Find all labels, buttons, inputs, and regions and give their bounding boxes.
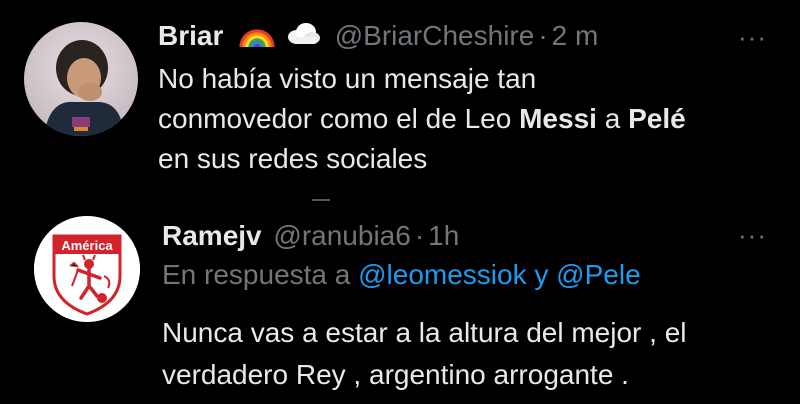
mention-pele[interactable]: @Pele [556, 259, 640, 290]
america-logo-icon: América [34, 216, 140, 322]
reply-context: En respuesta a @leomessiok y @Pele [162, 257, 641, 293]
tweet-text-segment: a [596, 103, 629, 134]
tweet-text-bold: Messi [519, 103, 597, 134]
reply-prefix: En respuesta a [162, 259, 351, 290]
avatar-briar-image [24, 22, 138, 136]
cloud-icon [285, 20, 321, 56]
reply-join: y [534, 259, 549, 290]
tweet-text-segment: No había visto un mensaje tan conmovedor… [158, 63, 537, 134]
author-name[interactable]: Briar [158, 20, 223, 51]
avatar-label: América [61, 238, 113, 253]
tweet-time[interactable]: 2 m [552, 20, 599, 51]
avatar-briar[interactable] [24, 22, 138, 136]
separator-dot: · [538, 20, 548, 51]
avatar-ramejv[interactable]: América [34, 216, 140, 322]
tweet-text-segment: en sus redes sociales [158, 143, 428, 174]
tweet-text-bold: Pelé [628, 103, 686, 134]
tweet-ramejv[interactable]: América Ramejv @ranubia6 · 1h ··· En respu… [0, 200, 800, 404]
tweet1-header: Briar @BriarCheshire · 2 m [158, 18, 598, 58]
rainbow-icon [239, 19, 275, 58]
author-handle[interactable]: @ranubia6 [273, 220, 410, 251]
tweet-time[interactable]: 1h [428, 220, 459, 251]
author-handle[interactable]: @BriarCheshire [335, 20, 535, 51]
tweet-briar[interactable]: Briar @BriarCheshire · 2 m ··· No había vi… [0, 0, 800, 201]
tweet2-header: Ramejv @ranubia6 · 1h [162, 218, 459, 254]
more-options-icon[interactable]: ··· [738, 24, 767, 50]
tweet-text: No había visto un mensaje tan conmovedor… [158, 59, 778, 179]
author-name[interactable]: Ramejv [162, 220, 262, 251]
separator-dot: · [414, 220, 425, 251]
more-options-icon[interactable]: ··· [738, 222, 767, 248]
tweet-text: Nunca vas a estar a la altura del mejor … [162, 317, 687, 390]
mention-leomessiok[interactable]: @leomessiok [358, 259, 526, 290]
